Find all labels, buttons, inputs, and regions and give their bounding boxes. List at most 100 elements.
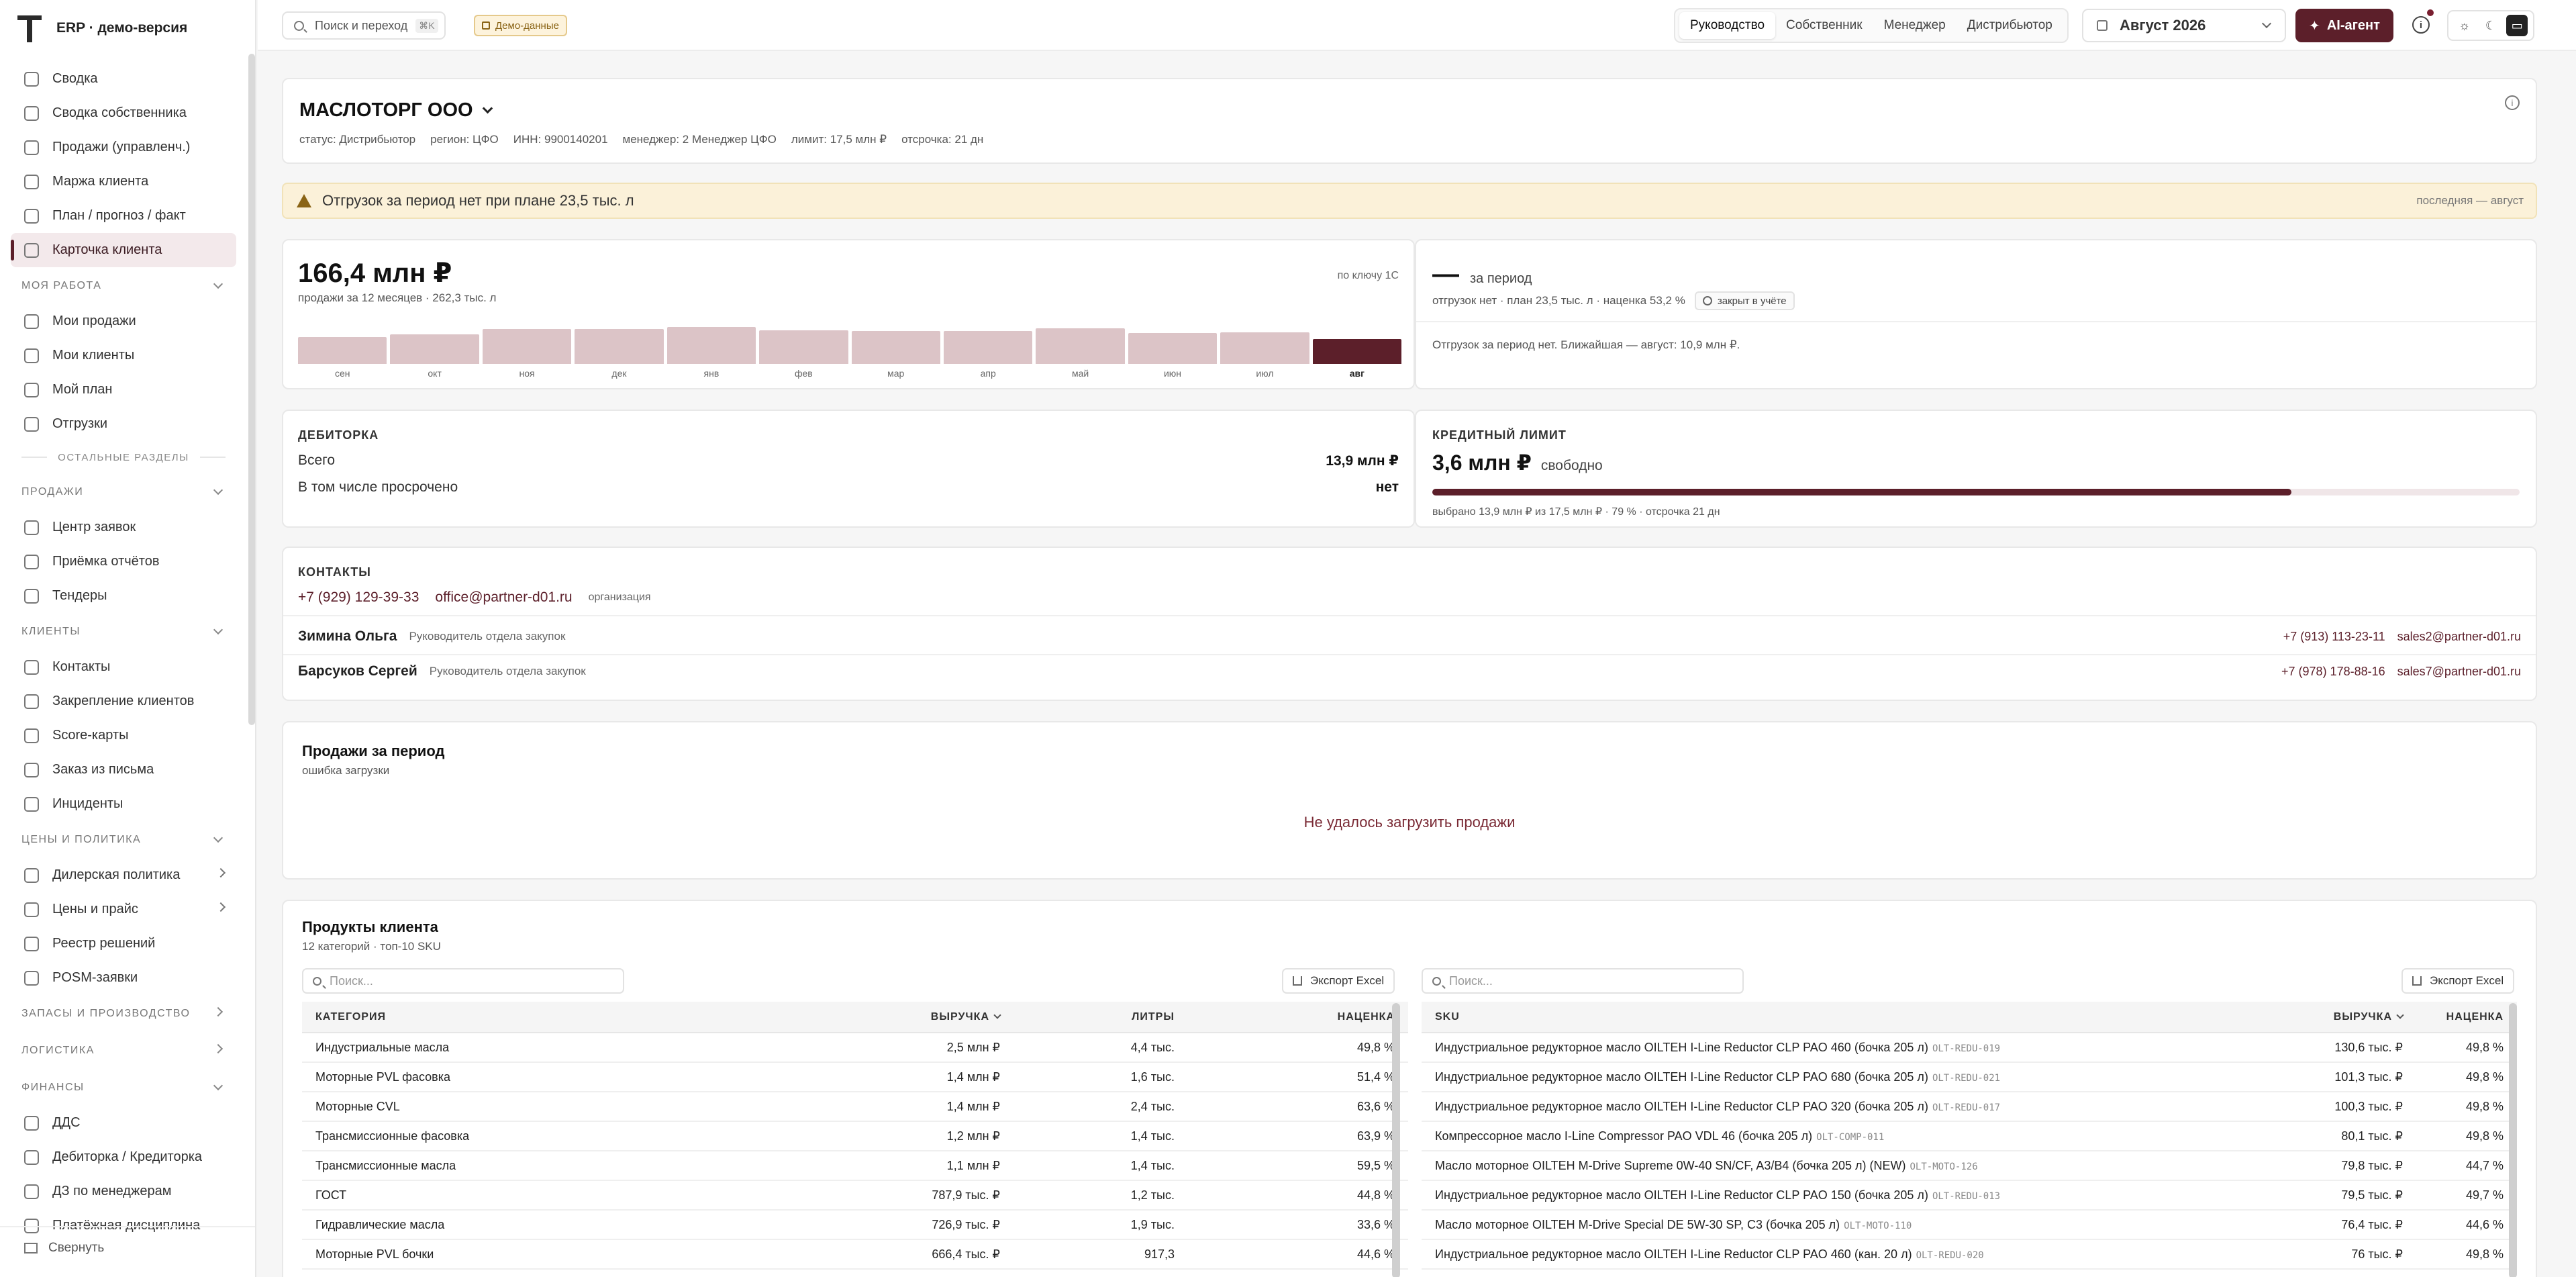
sales-period-title: Продажи за период xyxy=(302,743,445,759)
column-header[interactable]: КАТЕГОРИЯ xyxy=(302,1002,812,1033)
export-sku-button[interactable]: Экспорт Excel xyxy=(2401,968,2515,994)
sku-table-scrollbar[interactable] xyxy=(2509,1003,2517,1277)
menu-item-icon xyxy=(24,314,39,329)
column-header[interactable]: ВЫРУЧКА xyxy=(812,1002,1013,1033)
client-selector[interactable]: МАСЛОТОРГ ООО xyxy=(299,99,493,122)
sidebar-item-3[interactable]: Маржа клиента xyxy=(11,164,236,199)
sku-search-input[interactable]: Поиск... xyxy=(1422,968,1744,994)
contact-email-link[interactable]: sales2@partner-d01.ru xyxy=(2397,630,2521,644)
column-header[interactable]: НАЦЕНКА xyxy=(1188,1002,1408,1033)
table-row[interactable]: Гидравлические масла 726,9 тыс. ₽1,9 тыс.… xyxy=(302,1210,1408,1240)
sidebar-item-7-0[interactable]: ДДС xyxy=(11,1106,236,1140)
categories-search-input[interactable]: Поиск... xyxy=(302,968,624,994)
sidebar-item-4-0[interactable]: Дилерская политика xyxy=(11,858,236,892)
collapse-button[interactable]: Свернуть xyxy=(24,1241,104,1256)
moon-icon[interactable]: ☾ xyxy=(2480,15,2501,36)
role-tab-1[interactable]: Собственник xyxy=(1775,12,1873,39)
org-email-link[interactable]: office@partner-d01.ru xyxy=(435,589,572,606)
sidebar-section-0[interactable]: МОЯ РАБОТА xyxy=(11,267,236,304)
sidebar-section-title: ПРОДАЖИ xyxy=(21,485,84,498)
monitor-icon[interactable]: ▭ xyxy=(2506,15,2528,36)
column-header[interactable]: НАЦЕНКА xyxy=(2416,1002,2517,1033)
column-header[interactable]: SKU xyxy=(1422,1002,2301,1033)
revenue-bar-дек[interactable] xyxy=(575,329,664,364)
table-row[interactable]: Моторные PVL фасовка 1,4 млн ₽1,6 тыс. 51,… xyxy=(302,1062,1408,1092)
revenue-bar-май[interactable] xyxy=(1036,328,1125,364)
sidebar-item-3-4[interactable]: Инциденты xyxy=(11,787,236,821)
table-row[interactable]: Индустриальное редукторное масло OILTEH … xyxy=(1422,1062,2517,1092)
sidebar-item-3-0[interactable]: Контакты xyxy=(11,650,236,684)
revenue-bar-сен[interactable] xyxy=(298,337,387,364)
sidebar-item-3-1[interactable]: Закрепление клиентов xyxy=(11,684,236,718)
table-row[interactable]: Компрессорное масло I-Line Compressor PA… xyxy=(1422,1121,2517,1151)
revenue-bar-июл[interactable] xyxy=(1220,332,1309,364)
contact-email-link[interactable]: sales7@partner-d01.ru xyxy=(2397,665,2521,679)
table-row[interactable]: ГОСТ 787,9 тыс. ₽1,2 тыс. 44,8 % xyxy=(302,1180,1408,1211)
revenue-bar-янв[interactable] xyxy=(666,327,756,364)
contact-phone-link[interactable]: +7 (978) 178-88-16 xyxy=(2281,665,2385,679)
table-row[interactable]: Масло моторное OILTEH M-Drive Special DE… xyxy=(1422,1210,2517,1240)
table-row[interactable]: Трансмиссионные фасовка 1,2 млн ₽1,4 тыс.… xyxy=(302,1121,1408,1151)
sidebar-item-2[interactable]: Продажи (управленч.) xyxy=(11,130,236,164)
sidebar-item-7-2[interactable]: ДЗ по менеджерам xyxy=(11,1174,236,1209)
categories-table-scrollbar[interactable] xyxy=(1392,1003,1400,1277)
revenue-bar-ноя[interactable] xyxy=(482,329,572,364)
revenue-bar-фев[interactable] xyxy=(759,330,848,364)
table-row[interactable]: Индустриальное редукторное масло OILTEH … xyxy=(1422,1033,2517,1063)
table-cell: 1,4 млн ₽ xyxy=(812,1092,1013,1122)
table-cell: 79,5 тыс. ₽ xyxy=(2301,1180,2416,1211)
table-row[interactable]: Моторные PVL бочки 666,4 тыс. ₽917,3 44,6 … xyxy=(302,1239,1408,1270)
sidebar-item-0-3[interactable]: Отгрузки xyxy=(11,407,236,441)
sidebar-item-4-3[interactable]: POSM-заявки xyxy=(11,961,236,995)
sidebar-section-2[interactable]: ПРОДАЖИ xyxy=(11,473,236,510)
sidebar-item-4-1[interactable]: Цены и прайс xyxy=(11,892,236,927)
table-row[interactable]: Моторные CVL 1,4 млн ₽2,4 тыс. 63,6 % xyxy=(302,1092,1408,1122)
sidebar-item-3-2[interactable]: Score-карты xyxy=(11,718,236,753)
revenue-bar-июн[interactable] xyxy=(1128,333,1218,364)
column-header[interactable]: ЛИТРЫ xyxy=(1013,1002,1188,1033)
global-search[interactable]: Поиск и переход ⌘K xyxy=(282,11,446,40)
revenue-bar-авг[interactable] xyxy=(1312,339,1402,364)
sidebar-item-7-1[interactable]: Дебиторка / Кредиторка xyxy=(11,1140,236,1174)
sidebar-item-2-0[interactable]: Центр заявок xyxy=(11,510,236,545)
sidebar-section-3[interactable]: КЛИЕНТЫ xyxy=(11,613,236,650)
sidebar-item-0-1[interactable]: Мои клиенты xyxy=(11,338,236,373)
revenue-bar-мар[interactable] xyxy=(851,331,940,364)
sidebar-item-5[interactable]: Карточка клиента xyxy=(11,233,236,267)
sidebar-item-0[interactable]: Сводка xyxy=(11,62,236,96)
sidebar-scrollbar[interactable] xyxy=(248,54,255,725)
sidebar-item-0-2[interactable]: Мой план xyxy=(11,373,236,407)
table-row[interactable]: Индустриальное редукторное масло OILTEH … xyxy=(1422,1180,2517,1211)
sidebar-item-2-1[interactable]: Приёмка отчётов xyxy=(11,545,236,579)
sidebar-item-2-2[interactable]: Тендеры xyxy=(11,579,236,613)
sidebar-item-0-0[interactable]: Мои продажи xyxy=(11,304,236,338)
sun-icon[interactable]: ☼ xyxy=(2454,15,2475,36)
role-tab-3[interactable]: Дистрибьютор xyxy=(1956,12,2063,39)
table-row[interactable]: Индустриальное редукторное масло OILTEH … xyxy=(1422,1239,2517,1270)
sidebar-item-4[interactable]: План / прогноз / факт xyxy=(11,199,236,233)
revenue-bar-окт[interactable] xyxy=(390,334,479,364)
sidebar-section-5[interactable]: ЗАПАСЫ И ПРОИЗВОДСТВО xyxy=(11,995,236,1032)
table-row[interactable]: Масло моторное OILTEH M-Drive Supreme 0W… xyxy=(1422,1151,2517,1181)
brand[interactable]: ERP · демо-версия xyxy=(17,12,187,44)
table-row[interactable]: Трансмиссионные масла 1,1 млн ₽1,4 тыс. 59… xyxy=(302,1151,1408,1181)
sidebar-section-7[interactable]: ФИНАНСЫ xyxy=(11,1069,236,1106)
sidebar-item-4-2[interactable]: Реестр решений xyxy=(11,927,236,961)
ai-agent-button[interactable]: ✦ AI-агент xyxy=(2295,9,2393,42)
client-info-button[interactable]: i xyxy=(2505,95,2520,110)
table-row[interactable]: Индустриальное редукторное масло OILTEH … xyxy=(1422,1092,2517,1122)
sidebar-item-1[interactable]: Сводка собственника xyxy=(11,96,236,130)
period-select[interactable]: Август 2026 xyxy=(2082,9,2286,42)
notifications-info-button[interactable]: i xyxy=(2412,16,2430,34)
role-tab-0[interactable]: Руководство xyxy=(1679,12,1776,39)
revenue-bar-апр[interactable] xyxy=(943,331,1033,364)
org-phone-link[interactable]: +7 (929) 129-39-33 xyxy=(298,589,419,606)
export-categories-button[interactable]: Экспорт Excel xyxy=(1282,968,1395,994)
sidebar-section-4[interactable]: ЦЕНЫ И ПОЛИТИКА xyxy=(11,821,236,858)
column-header[interactable]: ВЫРУЧКА xyxy=(2301,1002,2416,1033)
role-tab-2[interactable]: Менеджер xyxy=(1873,12,1956,39)
sidebar-section-6[interactable]: ЛОГИСТИКА xyxy=(11,1032,236,1069)
sidebar-item-3-3[interactable]: Заказ из письма xyxy=(11,753,236,787)
table-row[interactable]: Индустриальные масла 2,5 млн ₽4,4 тыс. 49,… xyxy=(302,1033,1408,1063)
contact-phone-link[interactable]: +7 (913) 113-23-11 xyxy=(2283,630,2385,644)
